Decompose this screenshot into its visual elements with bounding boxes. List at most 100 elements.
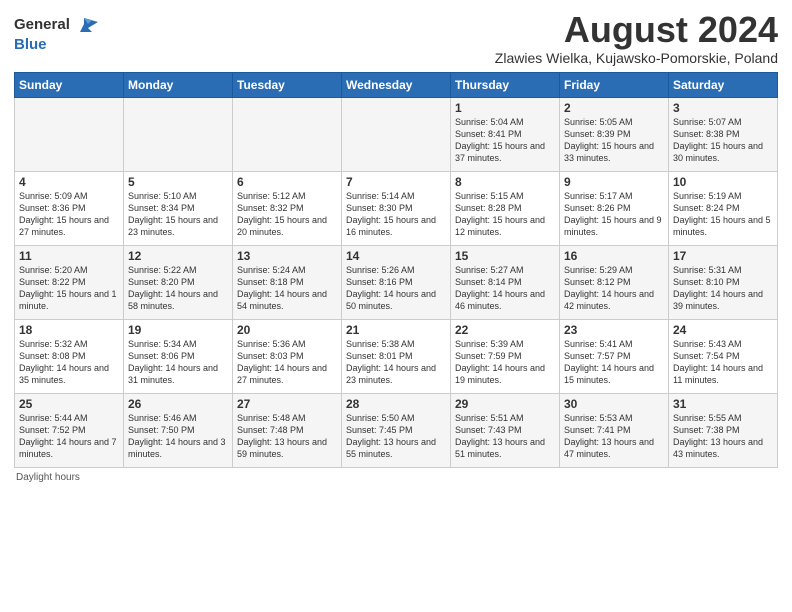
- calendar-cell: 9Sunrise: 5:17 AM Sunset: 8:26 PM Daylig…: [560, 171, 669, 245]
- page-container: General Blue August 2024 Zlawies Wielka,…: [0, 0, 792, 489]
- calendar-cell: 2Sunrise: 5:05 AM Sunset: 8:39 PM Daylig…: [560, 97, 669, 171]
- day-number: 5: [128, 175, 228, 189]
- cell-content: Sunrise: 5:46 AM Sunset: 7:50 PM Dayligh…: [128, 412, 228, 461]
- logo-text: General Blue: [14, 14, 98, 54]
- calendar-week-row: 25Sunrise: 5:44 AM Sunset: 7:52 PM Dayli…: [15, 393, 778, 467]
- cell-content: Sunrise: 5:26 AM Sunset: 8:16 PM Dayligh…: [346, 264, 446, 313]
- day-number: 12: [128, 249, 228, 263]
- day-number: 23: [564, 323, 664, 337]
- cell-content: Sunrise: 5:14 AM Sunset: 8:30 PM Dayligh…: [346, 190, 446, 239]
- calendar-cell: 6Sunrise: 5:12 AM Sunset: 8:32 PM Daylig…: [233, 171, 342, 245]
- calendar-cell: 18Sunrise: 5:32 AM Sunset: 8:08 PM Dayli…: [15, 319, 124, 393]
- calendar-cell: 30Sunrise: 5:53 AM Sunset: 7:41 PM Dayli…: [560, 393, 669, 467]
- cell-content: Sunrise: 5:36 AM Sunset: 8:03 PM Dayligh…: [237, 338, 337, 387]
- logo-blue: Blue: [14, 36, 47, 53]
- logo: General Blue: [14, 14, 98, 54]
- cell-content: Sunrise: 5:41 AM Sunset: 7:57 PM Dayligh…: [564, 338, 664, 387]
- day-number: 11: [19, 249, 119, 263]
- cell-content: Sunrise: 5:32 AM Sunset: 8:08 PM Dayligh…: [19, 338, 119, 387]
- main-title: August 2024: [495, 10, 778, 50]
- day-header-tuesday: Tuesday: [233, 72, 342, 97]
- day-number: 25: [19, 397, 119, 411]
- cell-content: Sunrise: 5:43 AM Sunset: 7:54 PM Dayligh…: [673, 338, 773, 387]
- calendar-cell: 16Sunrise: 5:29 AM Sunset: 8:12 PM Dayli…: [560, 245, 669, 319]
- header: General Blue August 2024 Zlawies Wielka,…: [14, 10, 778, 66]
- day-number: 27: [237, 397, 337, 411]
- subtitle: Zlawies Wielka, Kujawsko-Pomorskie, Pola…: [495, 50, 778, 66]
- day-number: 20: [237, 323, 337, 337]
- cell-content: Sunrise: 5:50 AM Sunset: 7:45 PM Dayligh…: [346, 412, 446, 461]
- day-header-thursday: Thursday: [451, 72, 560, 97]
- calendar-cell: 29Sunrise: 5:51 AM Sunset: 7:43 PM Dayli…: [451, 393, 560, 467]
- day-number: 4: [19, 175, 119, 189]
- calendar-cell: 20Sunrise: 5:36 AM Sunset: 8:03 PM Dayli…: [233, 319, 342, 393]
- calendar-cell: 19Sunrise: 5:34 AM Sunset: 8:06 PM Dayli…: [124, 319, 233, 393]
- calendar-cell: 28Sunrise: 5:50 AM Sunset: 7:45 PM Dayli…: [342, 393, 451, 467]
- day-number: 15: [455, 249, 555, 263]
- calendar-cell: 23Sunrise: 5:41 AM Sunset: 7:57 PM Dayli…: [560, 319, 669, 393]
- cell-content: Sunrise: 5:09 AM Sunset: 8:36 PM Dayligh…: [19, 190, 119, 239]
- calendar-cell: [124, 97, 233, 171]
- cell-content: Sunrise: 5:12 AM Sunset: 8:32 PM Dayligh…: [237, 190, 337, 239]
- day-number: 2: [564, 101, 664, 115]
- calendar-cell: [15, 97, 124, 171]
- calendar-table: SundayMondayTuesdayWednesdayThursdayFrid…: [14, 72, 778, 468]
- day-number: 28: [346, 397, 446, 411]
- calendar-cell: 8Sunrise: 5:15 AM Sunset: 8:28 PM Daylig…: [451, 171, 560, 245]
- day-header-sunday: Sunday: [15, 72, 124, 97]
- calendar-cell: 31Sunrise: 5:55 AM Sunset: 7:38 PM Dayli…: [669, 393, 778, 467]
- cell-content: Sunrise: 5:48 AM Sunset: 7:48 PM Dayligh…: [237, 412, 337, 461]
- cell-content: Sunrise: 5:51 AM Sunset: 7:43 PM Dayligh…: [455, 412, 555, 461]
- calendar-cell: 24Sunrise: 5:43 AM Sunset: 7:54 PM Dayli…: [669, 319, 778, 393]
- cell-content: Sunrise: 5:39 AM Sunset: 7:59 PM Dayligh…: [455, 338, 555, 387]
- calendar-cell: 11Sunrise: 5:20 AM Sunset: 8:22 PM Dayli…: [15, 245, 124, 319]
- day-number: 22: [455, 323, 555, 337]
- calendar-cell: 15Sunrise: 5:27 AM Sunset: 8:14 PM Dayli…: [451, 245, 560, 319]
- calendar-cell: 1Sunrise: 5:04 AM Sunset: 8:41 PM Daylig…: [451, 97, 560, 171]
- calendar-cell: 4Sunrise: 5:09 AM Sunset: 8:36 PM Daylig…: [15, 171, 124, 245]
- calendar-cell: [233, 97, 342, 171]
- cell-content: Sunrise: 5:34 AM Sunset: 8:06 PM Dayligh…: [128, 338, 228, 387]
- calendar-cell: 5Sunrise: 5:10 AM Sunset: 8:34 PM Daylig…: [124, 171, 233, 245]
- cell-content: Sunrise: 5:15 AM Sunset: 8:28 PM Dayligh…: [455, 190, 555, 239]
- cell-content: Sunrise: 5:19 AM Sunset: 8:24 PM Dayligh…: [673, 190, 773, 239]
- calendar-cell: 22Sunrise: 5:39 AM Sunset: 7:59 PM Dayli…: [451, 319, 560, 393]
- cell-content: Sunrise: 5:24 AM Sunset: 8:18 PM Dayligh…: [237, 264, 337, 313]
- calendar-cell: 12Sunrise: 5:22 AM Sunset: 8:20 PM Dayli…: [124, 245, 233, 319]
- day-number: 21: [346, 323, 446, 337]
- day-number: 19: [128, 323, 228, 337]
- cell-content: Sunrise: 5:22 AM Sunset: 8:20 PM Dayligh…: [128, 264, 228, 313]
- day-number: 7: [346, 175, 446, 189]
- day-header-friday: Friday: [560, 72, 669, 97]
- cell-content: Sunrise: 5:20 AM Sunset: 8:22 PM Dayligh…: [19, 264, 119, 313]
- cell-content: Sunrise: 5:17 AM Sunset: 8:26 PM Dayligh…: [564, 190, 664, 239]
- calendar-cell: 25Sunrise: 5:44 AM Sunset: 7:52 PM Dayli…: [15, 393, 124, 467]
- cell-content: Sunrise: 5:55 AM Sunset: 7:38 PM Dayligh…: [673, 412, 773, 461]
- cell-content: Sunrise: 5:04 AM Sunset: 8:41 PM Dayligh…: [455, 116, 555, 165]
- day-number: 3: [673, 101, 773, 115]
- footer-note: Daylight hours: [14, 472, 778, 483]
- cell-content: Sunrise: 5:44 AM Sunset: 7:52 PM Dayligh…: [19, 412, 119, 461]
- calendar-week-row: 18Sunrise: 5:32 AM Sunset: 8:08 PM Dayli…: [15, 319, 778, 393]
- cell-content: Sunrise: 5:05 AM Sunset: 8:39 PM Dayligh…: [564, 116, 664, 165]
- day-number: 24: [673, 323, 773, 337]
- day-number: 6: [237, 175, 337, 189]
- calendar-cell: 26Sunrise: 5:46 AM Sunset: 7:50 PM Dayli…: [124, 393, 233, 467]
- day-number: 31: [673, 397, 773, 411]
- day-header-wednesday: Wednesday: [342, 72, 451, 97]
- day-number: 13: [237, 249, 337, 263]
- day-number: 16: [564, 249, 664, 263]
- calendar-week-row: 4Sunrise: 5:09 AM Sunset: 8:36 PM Daylig…: [15, 171, 778, 245]
- cell-content: Sunrise: 5:07 AM Sunset: 8:38 PM Dayligh…: [673, 116, 773, 165]
- calendar-cell: 17Sunrise: 5:31 AM Sunset: 8:10 PM Dayli…: [669, 245, 778, 319]
- day-number: 1: [455, 101, 555, 115]
- title-block: August 2024 Zlawies Wielka, Kujawsko-Pom…: [495, 10, 778, 66]
- calendar-cell: 21Sunrise: 5:38 AM Sunset: 8:01 PM Dayli…: [342, 319, 451, 393]
- day-number: 10: [673, 175, 773, 189]
- cell-content: Sunrise: 5:10 AM Sunset: 8:34 PM Dayligh…: [128, 190, 228, 239]
- cell-content: Sunrise: 5:53 AM Sunset: 7:41 PM Dayligh…: [564, 412, 664, 461]
- calendar-cell: 10Sunrise: 5:19 AM Sunset: 8:24 PM Dayli…: [669, 171, 778, 245]
- logo-bird-icon: [76, 14, 98, 36]
- day-header-monday: Monday: [124, 72, 233, 97]
- day-number: 14: [346, 249, 446, 263]
